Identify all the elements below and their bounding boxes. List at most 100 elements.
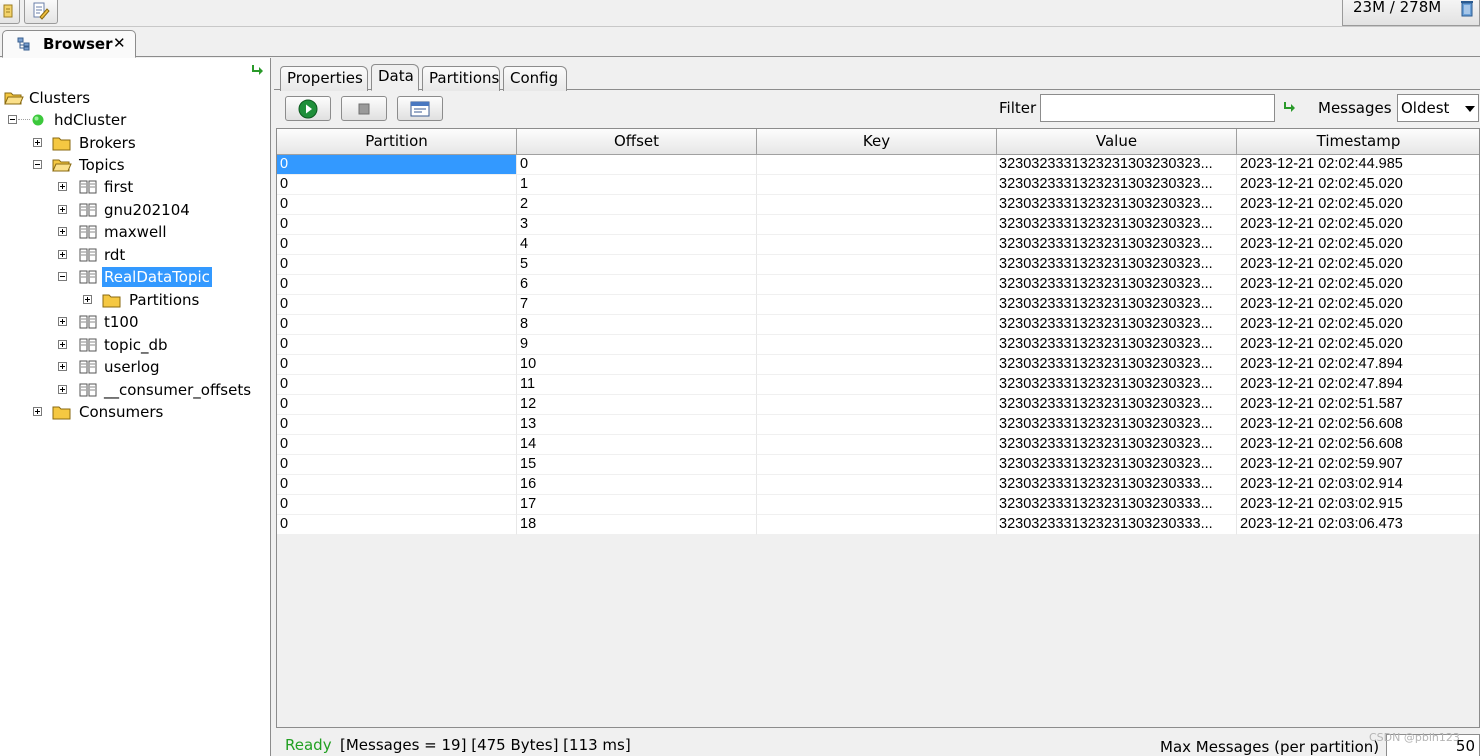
cell-key[interactable] [757,155,997,175]
tree-item-topic[interactable]: maxwell [0,222,260,242]
table-row[interactable]: 0 18 3230323331323231303230333... 2023-12-2… [277,515,1479,535]
column-header-partition[interactable]: Partition [277,129,517,155]
tree-item-topic[interactable]: __consumer_offsets [0,380,260,400]
cell-timestamp[interactable]: 2023-12-21 02:02:45.020 [1237,315,1479,335]
cell-offset[interactable]: 12 [517,395,757,415]
table-row[interactable]: 0 4 3230323331323231303230323... 2023-12-21… [277,235,1479,255]
expand-toggle-icon[interactable] [58,340,67,349]
expand-toggle-icon[interactable] [83,295,92,304]
cell-timestamp[interactable]: 2023-12-21 02:02:51.587 [1237,395,1479,415]
cell-key[interactable] [757,435,997,455]
tree-item-consumers[interactable]: Consumers [0,402,260,422]
cell-offset[interactable]: 13 [517,415,757,435]
cell-partition[interactable]: 0 [277,255,517,275]
collapse-toggle-icon[interactable] [8,115,17,124]
cell-value[interactable]: 3230323331323231303230323... [997,155,1237,175]
cell-value[interactable]: 3230323331323231303230323... [997,175,1237,195]
cell-partition[interactable]: 0 [277,355,517,375]
expand-toggle-icon[interactable] [58,205,67,214]
table-row[interactable]: 0 10 3230323331323231303230323... 2023-12-2… [277,355,1479,375]
cell-value[interactable]: 3230323331323231303230323... [997,275,1237,295]
table-row[interactable]: 0 15 3230323331323231303230323... 2023-12-2… [277,455,1479,475]
cell-key[interactable] [757,495,997,515]
messages-select[interactable]: Oldest [1397,94,1479,122]
cell-value[interactable]: 3230323331323231303230333... [997,495,1237,515]
tree-item-topic[interactable]: first [0,177,260,197]
cell-timestamp[interactable]: 2023-12-21 02:02:56.608 [1237,435,1479,455]
cell-timestamp[interactable]: 2023-12-21 02:02:45.020 [1237,295,1479,315]
table-row[interactable]: 0 13 3230323331323231303230323... 2023-12-2… [277,415,1479,435]
cell-key[interactable] [757,475,997,495]
expand-toggle-icon[interactable] [58,385,67,394]
cell-value[interactable]: 3230323331323231303230323... [997,455,1237,475]
cell-partition[interactable]: 0 [277,475,517,495]
table-row[interactable]: 0 3 3230323331323231303230323... 2023-12-21… [277,215,1479,235]
cell-offset[interactable]: 9 [517,335,757,355]
tree-item-brokers[interactable]: Brokers [0,133,260,153]
tree-item-topic-selected[interactable]: RealDataTopic [0,267,260,287]
cell-partition[interactable]: 0 [277,455,517,475]
cell-partition[interactable]: 0 [277,375,517,395]
cell-offset[interactable]: 16 [517,475,757,495]
cell-offset[interactable]: 7 [517,295,757,315]
expand-toggle-icon[interactable] [33,407,42,416]
cell-value[interactable]: 3230323331323231303230323... [997,335,1237,355]
expand-toggle-icon[interactable] [33,138,42,147]
collapse-toggle-icon[interactable] [33,160,42,169]
cell-timestamp[interactable]: 2023-12-21 02:02:45.020 [1237,235,1479,255]
cell-partition[interactable]: 0 [277,515,517,535]
cell-value[interactable]: 3230323331323231303230323... [997,195,1237,215]
cell-key[interactable] [757,215,997,235]
refresh-arrow-icon[interactable] [250,63,266,77]
column-header-key[interactable]: Key [757,129,997,155]
cell-key[interactable] [757,455,997,475]
cell-key[interactable] [757,235,997,255]
cell-offset[interactable]: 4 [517,235,757,255]
cell-timestamp[interactable]: 2023-12-21 02:03:02.915 [1237,495,1479,515]
cell-partition[interactable]: 0 [277,495,517,515]
cell-key[interactable] [757,275,997,295]
cell-value[interactable]: 3230323331323231303230333... [997,515,1237,535]
cell-timestamp[interactable]: 2023-12-21 02:02:44.985 [1237,155,1479,175]
table-row[interactable]: 0 0 3230323331323231303230323... 2023-12-21… [277,155,1479,175]
cell-timestamp[interactable]: 2023-12-21 02:02:45.020 [1237,175,1479,195]
cell-key[interactable] [757,255,997,275]
cell-partition[interactable]: 0 [277,395,517,415]
expand-toggle-icon[interactable] [58,317,67,326]
cell-offset[interactable]: 6 [517,275,757,295]
expand-toggle-icon[interactable] [58,250,67,259]
table-row[interactable]: 0 8 3230323331323231303230323... 2023-12-21… [277,315,1479,335]
column-header-offset[interactable]: Offset [517,129,757,155]
cell-offset[interactable]: 11 [517,375,757,395]
cell-key[interactable] [757,335,997,355]
tab-config[interactable]: Config [503,66,567,91]
table-row[interactable]: 0 12 3230323331323231303230323... 2023-12-2… [277,395,1479,415]
cell-timestamp[interactable]: 2023-12-21 02:02:56.608 [1237,415,1479,435]
cell-timestamp[interactable]: 2023-12-21 02:02:47.894 [1237,355,1479,375]
cell-offset[interactable]: 10 [517,355,757,375]
tree-item-hdcluster[interactable]: hdCluster [0,110,260,130]
cell-timestamp[interactable]: 2023-12-21 02:02:45.020 [1237,215,1479,235]
cell-value[interactable]: 3230323331323231303230323... [997,375,1237,395]
tree-item-topics[interactable]: Topics [0,155,260,175]
expand-toggle-icon[interactable] [58,182,67,191]
expand-toggle-icon[interactable] [58,362,67,371]
cell-timestamp[interactable]: 2023-12-21 02:02:47.894 [1237,375,1479,395]
cell-value[interactable]: 3230323331323231303230323... [997,355,1237,375]
cell-timestamp[interactable]: 2023-12-21 02:02:45.020 [1237,195,1479,215]
cell-partition[interactable]: 0 [277,175,517,195]
tree-item-topic[interactable]: t100 [0,312,260,332]
cell-partition[interactable]: 0 [277,435,517,455]
cell-value[interactable]: 3230323331323231303230323... [997,415,1237,435]
cell-value[interactable]: 3230323331323231303230323... [997,315,1237,335]
table-row[interactable]: 0 1 3230323331323231303230323... 2023-12-21… [277,175,1479,195]
stop-button[interactable] [341,96,387,121]
memory-indicator[interactable]: 23M / 278M [1342,0,1480,26]
play-button[interactable] [285,96,331,121]
apply-filter-arrow-icon[interactable] [1282,101,1298,115]
cell-value[interactable]: 3230323331323231303230323... [997,235,1237,255]
cell-key[interactable] [757,175,997,195]
tree-item-topic[interactable]: gnu202104 [0,200,260,220]
cell-key[interactable] [757,195,997,215]
close-icon[interactable]: ✕ [113,34,126,52]
